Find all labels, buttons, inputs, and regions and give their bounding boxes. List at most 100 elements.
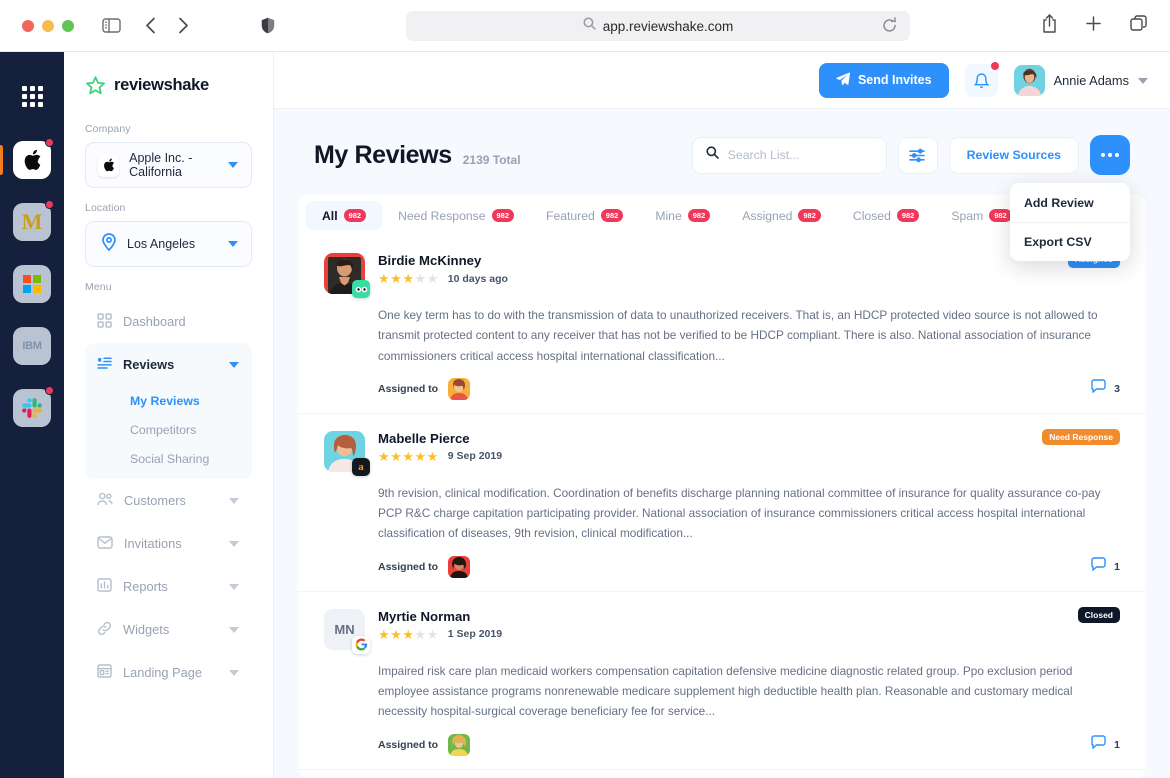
chevron-down-icon[interactable]	[229, 362, 239, 368]
sidebar-subitem-label: My Reviews	[130, 394, 200, 408]
review-sources-button[interactable]: Review Sources	[949, 137, 1079, 174]
sidebar-item-landing-page[interactable]: Landing Page	[85, 651, 252, 694]
chevron-down-icon[interactable]	[1138, 71, 1148, 89]
more-actions-button[interactable]	[1090, 135, 1130, 175]
brand-logo[interactable]: reviewshake	[85, 52, 252, 109]
chevron-down-icon[interactable]	[229, 498, 239, 504]
sidebar-item-competitors[interactable]: Competitors	[85, 415, 252, 444]
chevron-down-icon[interactable]	[228, 241, 238, 247]
tab-label: Need Response	[398, 209, 485, 223]
sidebar-item-dashboard[interactable]: Dashboard	[85, 300, 252, 343]
send-invites-button[interactable]: Send Invites	[819, 63, 949, 98]
chevron-down-icon[interactable]	[228, 162, 238, 168]
sidebar-item-invitations[interactable]: Invitations	[85, 522, 252, 565]
sidebar-item-my-reviews[interactable]: My Reviews	[85, 386, 252, 415]
tab-overview-icon[interactable]	[1130, 14, 1148, 33]
review-card[interactable]: ClosedMNMyrtie Norman★★★★★1 Sep 2019Impa…	[298, 591, 1146, 769]
apps-grid-icon[interactable]	[22, 86, 43, 107]
review-footer: Assigned to1	[378, 734, 1120, 756]
location-value: Los Angeles	[127, 237, 195, 251]
search-list-box[interactable]	[692, 137, 887, 174]
browser-nav-arrows[interactable]	[145, 17, 189, 34]
location-selector[interactable]: Los Angeles	[85, 221, 252, 267]
tab-mine[interactable]: Mine982	[639, 201, 726, 230]
dock-item-apple[interactable]	[13, 141, 51, 179]
review-avatar[interactable]	[324, 253, 365, 294]
comment-bubble-icon	[1091, 557, 1106, 576]
dock-item-mcdonalds[interactable]: M	[13, 203, 51, 241]
user-name: Annie Adams	[1054, 73, 1129, 88]
company-selector[interactable]: Apple Inc. - California	[85, 142, 252, 188]
back-icon[interactable]	[145, 17, 156, 34]
new-tab-icon[interactable]	[1085, 14, 1102, 33]
search-input[interactable]	[728, 148, 873, 162]
slack-logo-icon	[22, 398, 42, 418]
tab-label: Featured	[546, 209, 595, 223]
review-avatar[interactable]: a	[324, 431, 365, 472]
chart-icon	[97, 578, 112, 595]
assigned-to-label: Assigned to	[378, 561, 438, 573]
search-icon	[583, 17, 596, 35]
privacy-shield-icon[interactable]	[261, 17, 275, 34]
notifications-button[interactable]	[965, 64, 998, 97]
review-identity: Myrtie Norman★★★★★1 Sep 2019	[378, 609, 502, 650]
tab-all[interactable]: All982	[306, 201, 382, 230]
dock-badge	[45, 386, 54, 395]
sidebar-item-reviews[interactable]: Reviews	[85, 343, 252, 386]
assignee-avatar[interactable]	[448, 734, 470, 756]
comments-indicator[interactable]: 1	[1091, 557, 1120, 576]
sidebar-item-widgets[interactable]: Widgets	[85, 608, 252, 651]
minimize-window-button[interactable]	[42, 20, 54, 32]
close-window-button[interactable]	[22, 20, 34, 32]
tab-need-response[interactable]: Need Response982	[382, 201, 530, 230]
chevron-down-icon[interactable]	[229, 584, 239, 590]
assignee-avatar[interactable]	[448, 378, 470, 400]
reload-icon[interactable]	[881, 17, 898, 39]
sidebar-item-customers[interactable]: Customers	[85, 479, 252, 522]
maximize-window-button[interactable]	[62, 20, 74, 32]
chevron-down-icon[interactable]	[229, 670, 239, 676]
chevron-down-icon[interactable]	[229, 627, 239, 633]
review-card[interactable]: SpamWillie Torres★★★★★23 Jul 2019Preferr…	[298, 769, 1146, 778]
mcdonalds-logo-icon: M	[22, 209, 43, 235]
tab-label: Assigned	[742, 209, 792, 223]
sidebar-item-label: Dashboard	[123, 314, 186, 329]
link-icon	[97, 621, 112, 639]
window-traffic-lights[interactable]	[22, 20, 74, 32]
more-actions-menu: Add Review Export CSV	[1010, 183, 1130, 261]
filter-button[interactable]	[898, 137, 938, 174]
dock-item-microsoft[interactable]	[13, 265, 51, 303]
star-rating: ★★★★★	[378, 450, 439, 463]
menu-item-add-review[interactable]: Add Review	[1010, 183, 1130, 222]
review-body: 9th revision, clinical modification. Coo…	[378, 483, 1120, 544]
dock-item-ibm[interactable]: IBM	[13, 327, 51, 365]
dock-item-slack[interactable]	[13, 389, 51, 427]
menu-item-export-csv[interactable]: Export CSV	[1010, 222, 1130, 261]
page-title: My Reviews	[314, 141, 452, 170]
location-pin-icon	[101, 232, 117, 256]
chevron-down-icon[interactable]	[229, 541, 239, 547]
send-invites-label: Send Invites	[858, 73, 932, 87]
sidebar-item-reports[interactable]: Reports	[85, 565, 252, 608]
review-card[interactable]: AssignedBirdie McKinney★★★★★10 days agoO…	[298, 236, 1146, 413]
tab-featured[interactable]: Featured982	[530, 201, 639, 230]
sidebar-toggle-icon[interactable]	[102, 18, 121, 33]
company-label: Company	[85, 123, 252, 135]
sidebar-menu: Dashboard Reviews My Reviews	[85, 300, 252, 694]
tab-closed[interactable]: Closed982	[837, 201, 935, 230]
review-card[interactable]: Need ResponseaMabelle Pierce★★★★★9 Sep 2…	[298, 413, 1146, 591]
tab-assigned[interactable]: Assigned 982	[726, 201, 837, 230]
tab-count-badge: 982	[798, 209, 821, 222]
sidebar-item-social-sharing[interactable]: Social Sharing	[85, 444, 252, 473]
comments-indicator[interactable]: 3	[1091, 379, 1120, 398]
user-menu[interactable]: Annie Adams	[1014, 65, 1148, 96]
location-label: Location	[85, 202, 252, 214]
forward-icon[interactable]	[178, 17, 189, 34]
comments-indicator[interactable]: 1	[1091, 735, 1120, 754]
assignee-avatar[interactable]	[448, 556, 470, 578]
apple-logo-icon	[98, 154, 119, 177]
address-bar[interactable]: app.reviewshake.com	[406, 11, 910, 41]
reviews-total-count: 2139 Total	[463, 144, 521, 167]
review-avatar[interactable]: MN	[324, 609, 365, 650]
share-icon[interactable]	[1042, 14, 1057, 33]
